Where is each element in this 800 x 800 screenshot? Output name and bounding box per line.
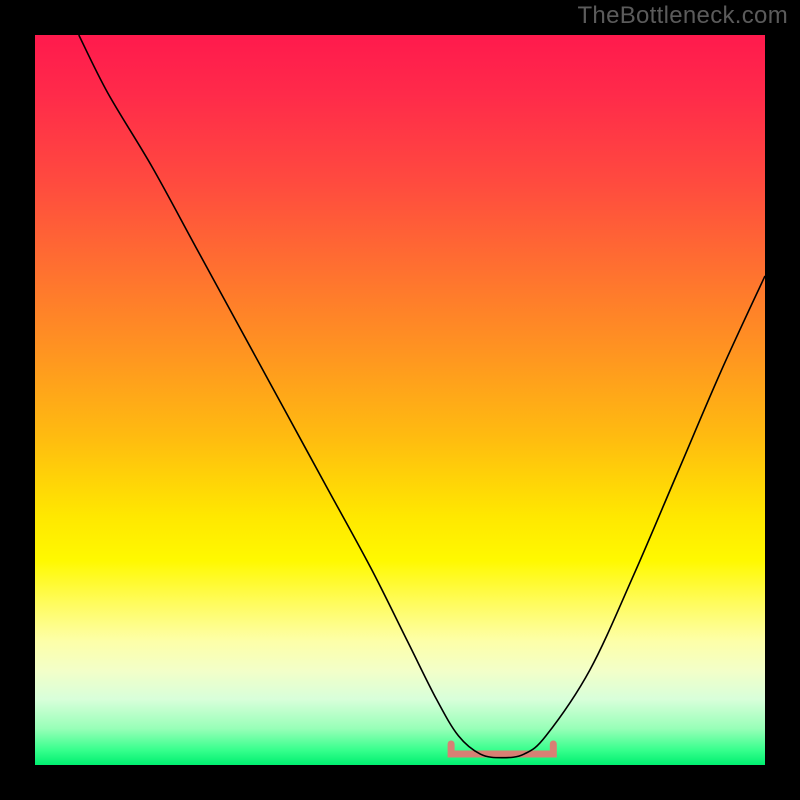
chart-frame: TheBottleneck.com bbox=[0, 0, 800, 800]
plot-area bbox=[35, 35, 765, 765]
watermark-text: TheBottleneck.com bbox=[577, 2, 788, 30]
curve-svg bbox=[35, 35, 765, 765]
bottleneck-curve-line bbox=[79, 35, 765, 758]
